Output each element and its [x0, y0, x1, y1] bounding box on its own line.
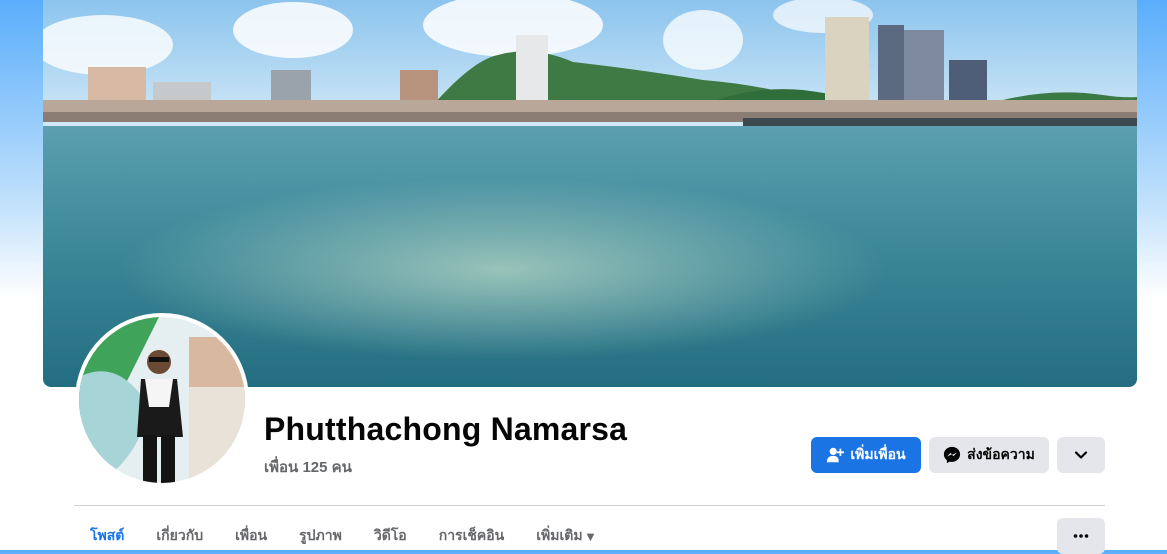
tab-friends[interactable]: เพื่อน — [219, 518, 283, 544]
profile-divider — [74, 505, 1105, 506]
avatar[interactable] — [79, 317, 245, 483]
friends-count[interactable]: เพื่อน 125 คน — [264, 455, 352, 479]
tab-about[interactable]: เกี่ยวกับ — [140, 518, 219, 544]
profile-name: Phutthachong Namarsa — [264, 411, 628, 447]
caret-down-icon: ▼ — [586, 532, 595, 543]
tab-photos[interactable]: รูปภาพ — [283, 518, 358, 544]
tab-options-button[interactable] — [1057, 518, 1105, 554]
tab-checkins[interactable]: การเช็คอิน — [423, 518, 521, 544]
add-friend-icon — [827, 447, 845, 463]
add-friend-button[interactable]: เพิ่มเพื่อน — [811, 437, 921, 473]
chevron-down-icon — [1074, 451, 1088, 459]
message-label: ส่งข้อความ — [967, 447, 1035, 463]
ellipsis-icon — [1073, 534, 1089, 538]
messenger-icon — [944, 446, 961, 464]
profile-tabs: โพสต์ เกี่ยวกับ เพื่อน รูปภาพ วิดีโอ การ… — [74, 518, 610, 550]
add-friend-label: เพิ่มเพื่อน — [850, 447, 906, 463]
tab-posts[interactable]: โพสต์ — [74, 518, 140, 544]
message-button[interactable]: ส่งข้อความ — [929, 437, 1049, 473]
tab-more[interactable]: เพิ่มเติม ▼ — [520, 518, 610, 544]
tab-videos[interactable]: วิดีโอ — [358, 518, 423, 544]
avatar-image — [79, 317, 245, 483]
tab-more-label: เพิ่มเติม — [536, 528, 583, 544]
profile-picture-frame[interactable] — [75, 313, 249, 487]
more-actions-button[interactable] — [1057, 437, 1105, 473]
